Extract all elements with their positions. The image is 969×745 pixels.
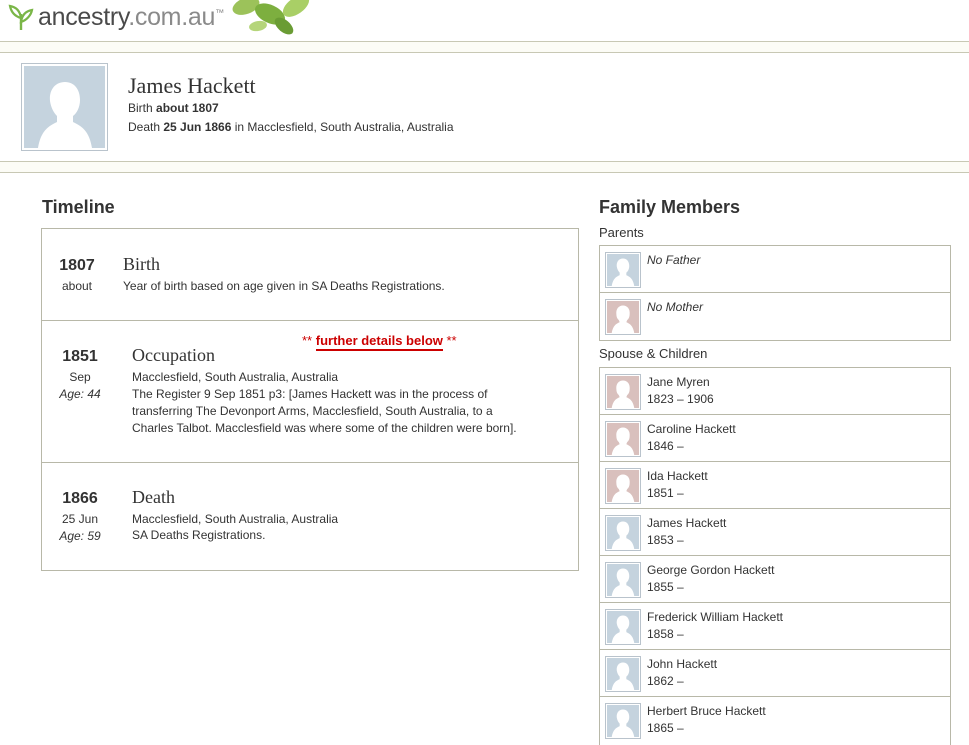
male-silhouette-icon [607,254,639,286]
logo-text: ancestry.com.au™ [38,2,224,31]
further-details-annotation[interactable]: ** further details below ** [302,333,457,351]
member-name: Herbert Bruce Hackett [647,704,766,718]
event-title: Occupation [132,345,215,365]
event-description: Charles Talbot. Macclesfield was where s… [132,421,517,435]
foliage-decoration-icon [226,0,326,38]
avatar [605,609,641,645]
family-member-row[interactable]: Jane Myren 1823 – 1906 [600,368,950,415]
female-silhouette-icon [607,423,639,455]
member-dates: 1853 – [647,533,684,547]
member-dates: 1862 – [647,674,684,688]
event-age: Age: 59 [59,529,101,543]
member-name: George Gordon Hackett [647,563,775,577]
member-name: James Hackett [647,516,727,530]
member-dates: 1851 – [647,486,684,500]
male-silhouette-icon [607,564,639,596]
further-details-link[interactable]: further details below [315,333,443,351]
timeline-title: Timeline [42,197,115,217]
event-description: transferring The Devonport Arms, Maccles… [132,404,493,418]
avatar [605,299,641,335]
female-silhouette-icon [607,470,639,502]
event-description: The Register 9 Sep 1851 p3: [James Hacke… [132,387,488,401]
avatar [605,703,641,739]
person-birth: Birth about 1807 [128,101,219,115]
profile-photo[interactable] [21,63,108,151]
member-dates: 1823 – 1906 [647,392,714,406]
male-silhouette-icon [24,66,105,148]
event-date-detail: 25 Jun [61,512,99,526]
member-dates: 1858 – [647,627,684,641]
family-member-row[interactable]: Herbert Bruce Hackett 1865 – [600,697,950,744]
parents-list: No Father No Mother [599,245,951,341]
spouse-children-list: Jane Myren 1823 – 1906 Caroline Hackett 184… [599,367,951,745]
parent-name: No Mother [647,300,704,314]
member-name: Frederick William Hackett [647,610,784,624]
event-description: Year of birth based on age given in SA D… [123,279,445,293]
avatar [605,374,641,410]
event-year: 1866 [62,490,98,507]
parents-label: Parents [599,225,644,240]
family-member-row[interactable]: Frederick William Hackett 1858 – [600,603,950,650]
male-silhouette-icon [607,517,639,549]
timeline-event-birth[interactable]: 1807 about Birth Year of birth based on … [42,229,578,321]
member-name: John Hackett [647,657,718,671]
avatar [605,562,641,598]
event-title: Death [132,487,175,507]
event-age: Age: 44 [59,387,101,401]
parent-row-father[interactable]: No Father [600,246,950,293]
ancestry-logo[interactable]: ancestry.com.au™ [6,2,224,32]
family-member-row[interactable]: John Hackett 1862 – [600,650,950,697]
timeline-box: 1807 about Birth Year of birth based on … [41,228,579,571]
family-member-row[interactable]: George Gordon Hackett 1855 – [600,556,950,603]
member-name: Jane Myren [647,375,710,389]
timeline-event-death[interactable]: 1866 25 Jun Age: 59 Death Macclesfield, … [42,463,578,570]
avatar [605,468,641,504]
male-silhouette-icon [607,658,639,690]
male-silhouette-icon [607,611,639,643]
member-dates: 1865 – [647,721,684,735]
event-description: SA Deaths Registrations. [132,528,266,542]
avatar [605,515,641,551]
avatar [605,421,641,457]
parent-row-mother[interactable]: No Mother [600,293,950,340]
family-member-row[interactable]: Caroline Hackett 1846 – [600,415,950,462]
event-title: Birth [123,254,161,274]
main-content: Timeline 1807 about Birth Year of birth … [0,172,969,745]
event-place: Macclesfield, South Australia, Australia [132,370,339,384]
female-silhouette-icon [607,376,639,408]
site-header: ancestry.com.au™ [0,0,969,42]
event-date-detail: Sep [69,370,91,384]
family-members-title: Family Members [599,197,741,217]
spouse-children-label: Spouse & Children [599,346,708,361]
leaf-logo-icon [6,2,36,32]
female-silhouette-icon [607,301,639,333]
family-member-row[interactable]: Ida Hackett 1851 – [600,462,950,509]
person-name: James Hackett [128,73,256,98]
parent-name: No Father [647,253,701,267]
member-name: Ida Hackett [647,469,708,483]
avatar [605,252,641,288]
event-year: 1807 [59,257,95,274]
event-place: Macclesfield, South Australia, Australia [132,512,339,526]
avatar [605,656,641,692]
event-date-detail: about [61,279,93,293]
male-silhouette-icon [607,705,639,737]
member-dates: 1846 – [647,439,684,453]
member-dates: 1855 – [647,580,684,594]
event-year: 1851 [62,348,98,365]
member-name: Caroline Hackett [647,422,736,436]
family-member-row[interactable]: James Hackett 1853 – [600,509,950,556]
person-death: Death 25 Jun 1866 in Macclesfield, South… [128,120,454,134]
person-header: James Hackett Birth about 1807 Death 25 … [0,52,969,162]
